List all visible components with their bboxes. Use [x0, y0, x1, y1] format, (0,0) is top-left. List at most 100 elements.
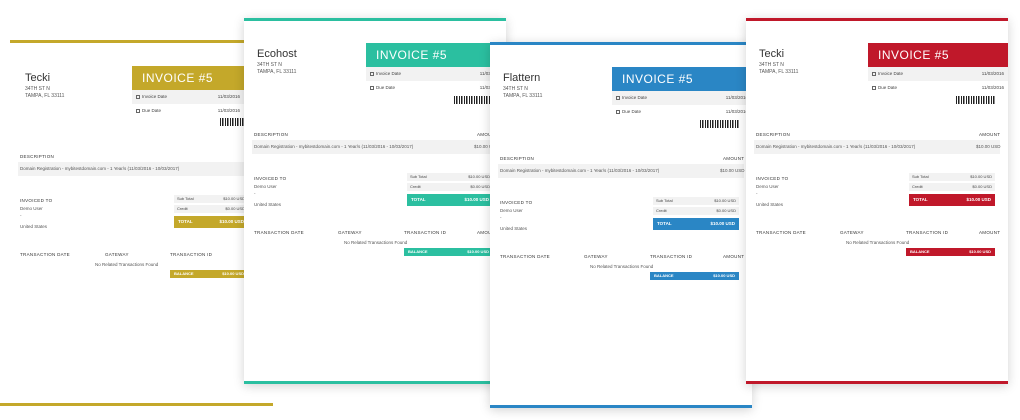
no-transactions-text: No Related Transactions Found: [344, 240, 408, 245]
description-header: DESCRIPTION: [254, 132, 289, 137]
company-address: 34TH ST N TAMPA, FL 33111: [503, 86, 543, 99]
card-top-accent: [746, 18, 1008, 21]
line-item-description: Domain Registration - mybitestdomain.com…: [756, 144, 916, 149]
invoice-date-row: Invoice Date 11/03/2016: [366, 67, 506, 81]
due-date-row: Due Date 11/03/2016: [868, 81, 1008, 95]
card-top-accent: [10, 40, 275, 43]
invoiced-to-label: INVOICED TO: [254, 176, 287, 181]
amount-header: AMOUNT: [979, 230, 1001, 235]
transaction-date-header: TRANSACTION DATE: [756, 230, 806, 235]
company-name: Flattern: [503, 72, 541, 84]
barcode-image: [454, 96, 494, 104]
client-dash: -: [756, 191, 758, 196]
balance-row: BALANCE $10.00 USD: [906, 248, 995, 256]
transaction-date-header: TRANSACTION DATE: [500, 254, 550, 259]
client-name: Demo User: [500, 208, 523, 213]
credit-row: Credit $0.00 USD: [909, 183, 995, 191]
invoiced-to-label: INVOICED TO: [20, 198, 53, 203]
amount-header: AMOUNT: [979, 132, 1001, 137]
transaction-date-header: TRANSACTION DATE: [20, 252, 70, 257]
due-date-row: Due Date 11/03/2016: [612, 105, 752, 119]
amount-header: AMOUNT: [723, 156, 745, 161]
barcode-image: [700, 120, 740, 128]
card-top-accent: [490, 42, 752, 45]
description-header: DESCRIPTION: [756, 132, 791, 137]
gateway-header: GATEWAY: [840, 230, 864, 235]
card-top-accent: [244, 18, 506, 21]
client-name: Demo User: [756, 184, 779, 189]
client-name: Demo User: [254, 184, 277, 189]
calendar-icon: [136, 94, 140, 99]
invoice-card-teal: Ecohost 34TH ST N TAMPA, FL 33111 INVOIC…: [244, 18, 506, 384]
company-address: 34TH ST N TAMPA, FL 33111: [25, 86, 65, 99]
calendar-icon: [136, 108, 140, 113]
line-item-description: Domain Registration - mybitestdomain.com…: [20, 166, 180, 171]
company-name: Tecki: [759, 48, 785, 60]
balance-row: BALANCE $10.00 USD: [170, 270, 248, 278]
invoice-title-banner: INVOICE #5: [366, 43, 506, 67]
client-dash: -: [254, 191, 256, 196]
credit-row: Credit $0.00 USD: [407, 183, 493, 191]
no-transactions-text: No Related Transactions Found: [95, 262, 159, 267]
company-address: 34TH ST N TAMPA, FL 33111: [257, 62, 297, 75]
client-country: United States: [20, 224, 48, 229]
subtotal-row: Sub Total $10.00 USD: [174, 195, 248, 203]
calendar-icon: [616, 109, 620, 114]
calendar-icon: [872, 85, 876, 90]
invoice-date-row: Invoice Date 11/03/2016: [612, 91, 752, 105]
card-bottom-accent: [746, 381, 1008, 384]
transaction-id-header: TRANSACTION ID: [404, 230, 447, 235]
calendar-icon: [616, 95, 620, 100]
invoice-title-banner: INVOICE #5: [868, 43, 1008, 67]
client-dash: -: [20, 213, 22, 218]
subtotal-row: Sub Total $10.00 USD: [653, 197, 739, 205]
transaction-id-header: TRANSACTION ID: [906, 230, 949, 235]
line-item-amount: $10.00 USD: [976, 144, 1001, 149]
client-dash: -: [500, 215, 502, 220]
invoiced-to-label: INVOICED TO: [756, 176, 789, 181]
line-item-description: Domain Registration - mybitestdomain.com…: [500, 168, 660, 173]
transaction-date-header: TRANSACTION DATE: [254, 230, 304, 235]
line-item-amount: $10.00 USD: [720, 168, 745, 173]
due-date-row: Due Date 11/03/2016: [132, 104, 244, 118]
total-row: TOTAL $10.00 USD: [174, 216, 248, 228]
due-date-row: Due Date 11/03/2016: [366, 81, 506, 95]
credit-row: Credit $0.00 USD: [174, 205, 248, 213]
invoice-date-row: Invoice Date 11/03/2016: [132, 90, 244, 104]
invoiced-to-label: INVOICED TO: [500, 200, 533, 205]
invoice-title-banner: INVOICE #5: [612, 67, 752, 91]
company-name: Ecohost: [257, 48, 297, 60]
balance-row: BALANCE $10.00 USD: [650, 272, 739, 280]
calendar-icon: [370, 85, 374, 90]
no-transactions-text: No Related Transactions Found: [846, 240, 910, 245]
client-country: United States: [756, 202, 784, 207]
line-item-description: Domain Registration - mybitestdomain.com…: [254, 144, 414, 149]
client-country: United States: [254, 202, 282, 207]
card-bottom-accent: [244, 381, 506, 384]
description-header: DESCRIPTION: [500, 156, 535, 161]
invoice-card-gold: Tecki 34TH ST N TAMPA, FL 33111 INVOICE …: [0, 40, 275, 400]
total-row: TOTAL $10.00 USD: [407, 194, 493, 206]
company-name: Tecki: [25, 72, 51, 84]
card-bottom-accent: [490, 405, 752, 408]
transaction-id-header: TRANSACTION ID: [170, 252, 213, 257]
total-row: TOTAL $10.00 USD: [909, 194, 995, 206]
subtotal-row: Sub Total $10.00 USD: [407, 173, 493, 181]
subtotal-row: Sub Total $10.00 USD: [909, 173, 995, 181]
credit-row: Credit $0.00 USD: [653, 207, 739, 215]
amount-header: AMOUNT: [723, 254, 745, 259]
calendar-icon: [370, 71, 374, 76]
card-bottom-accent: [0, 403, 273, 406]
invoice-card-red: Tecki 34TH ST N TAMPA, FL 33111 INVOICE …: [746, 18, 1008, 384]
description-header: DESCRIPTION: [20, 154, 55, 159]
total-row: TOTAL $10.00 USD: [653, 218, 739, 230]
gateway-header: GATEWAY: [584, 254, 608, 259]
invoice-card-blue: Flattern 34TH ST N TAMPA, FL 33111 INVOI…: [490, 42, 752, 408]
balance-row: BALANCE $10.00 USD: [404, 248, 493, 256]
company-address: 34TH ST N TAMPA, FL 33111: [759, 62, 799, 75]
barcode-image: [956, 96, 996, 104]
calendar-icon: [872, 71, 876, 76]
client-name: Demo User: [20, 206, 43, 211]
gateway-header: GATEWAY: [105, 252, 129, 257]
invoice-date-row: Invoice Date 11/03/2016: [868, 67, 1008, 81]
